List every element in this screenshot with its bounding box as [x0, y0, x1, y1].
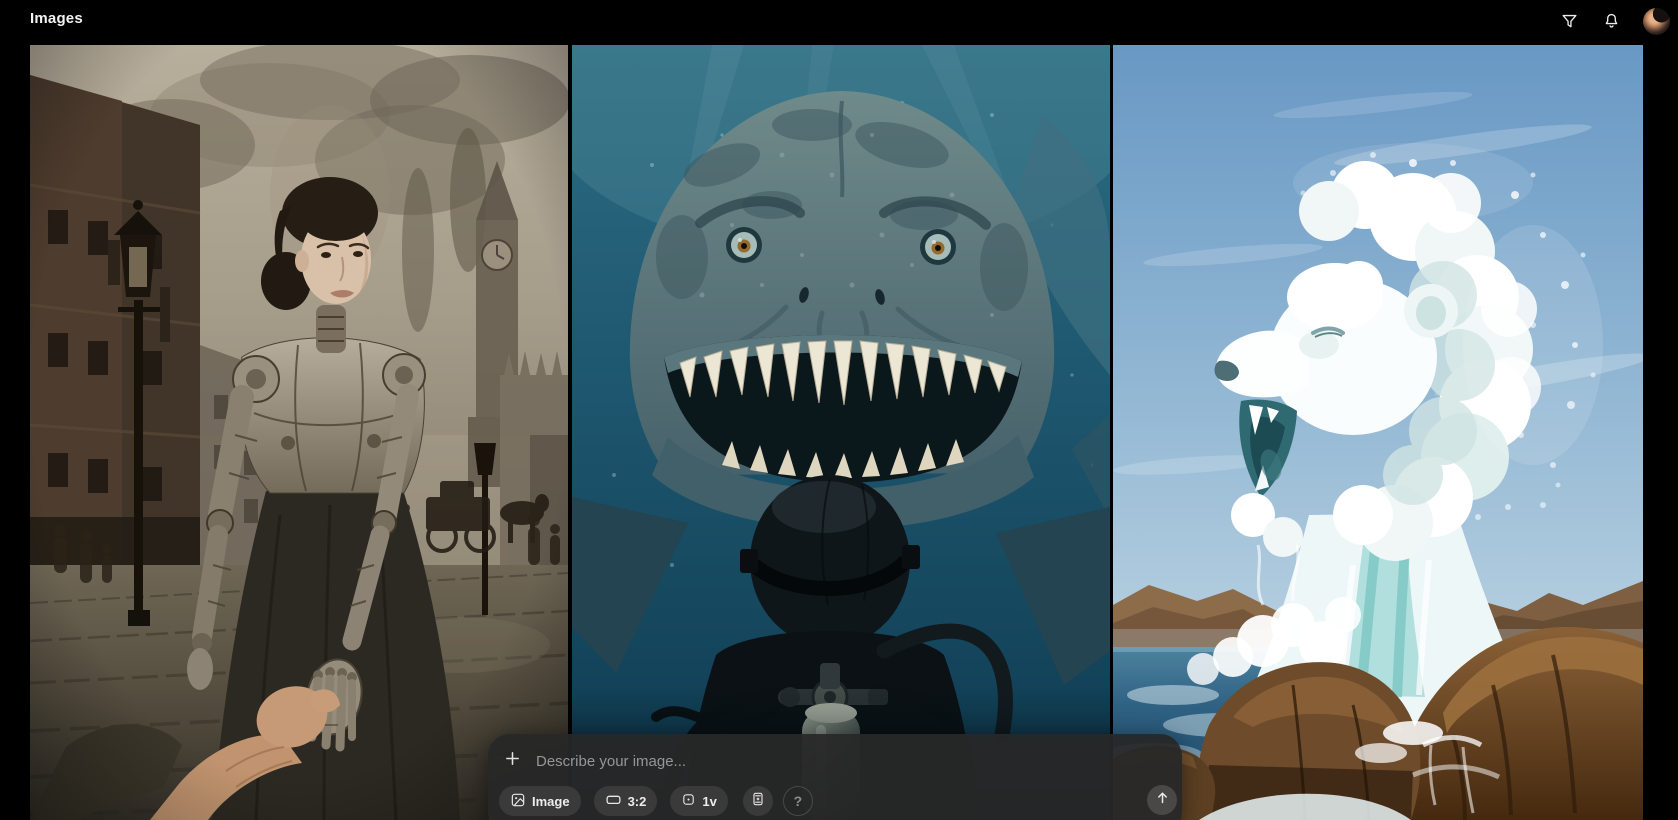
prompt-library-button[interactable]	[743, 786, 773, 816]
composer-input-row	[503, 746, 1054, 776]
prompt-input[interactable]	[534, 752, 1054, 771]
filter-icon	[1560, 12, 1579, 31]
gallery-item-sea-monster[interactable]	[572, 45, 1110, 820]
monster-eye-left	[726, 227, 762, 263]
attach-button[interactable]	[503, 752, 521, 770]
gallery-item-wave-lion[interactable]	[1113, 45, 1643, 820]
mode-label: Image	[532, 794, 570, 809]
prompt-composer: Image 3:2 1v ?	[488, 734, 1182, 820]
image-generator-app: Images	[0, 0, 1678, 820]
image-count-button[interactable]: 1v	[670, 786, 727, 816]
aspect-ratio-icon	[605, 791, 622, 811]
wave-lion-scene	[1113, 45, 1643, 820]
cyborg-woman-scene	[30, 45, 568, 820]
aspect-ratio-label: 3:2	[628, 794, 647, 809]
arrow-up-icon	[1154, 789, 1171, 811]
image-mode-icon	[510, 792, 526, 811]
header: Images	[0, 0, 1678, 42]
generate-button[interactable]	[1147, 785, 1177, 815]
notebook-icon	[750, 791, 766, 812]
bell-icon	[1602, 12, 1621, 31]
image-count-icon	[681, 792, 696, 810]
monster-eye-right	[920, 229, 956, 265]
help-button[interactable]: ?	[783, 786, 813, 816]
avatar[interactable]	[1643, 8, 1670, 35]
help-icon: ?	[794, 793, 803, 809]
mode-select-button[interactable]: Image	[499, 786, 581, 816]
page-title: Images	[30, 10, 83, 27]
composer-controls-row: Image 3:2 1v ?	[499, 786, 813, 816]
image-count-label: 1v	[702, 794, 716, 809]
filter-button[interactable]	[1559, 11, 1579, 31]
header-actions	[1559, 0, 1670, 42]
notifications-button[interactable]	[1601, 11, 1621, 31]
aspect-ratio-button[interactable]: 3:2	[594, 786, 658, 816]
sea-monster-scene	[572, 45, 1110, 820]
plus-icon	[504, 750, 521, 772]
gallery-item-cyborg-woman[interactable]	[30, 45, 568, 820]
